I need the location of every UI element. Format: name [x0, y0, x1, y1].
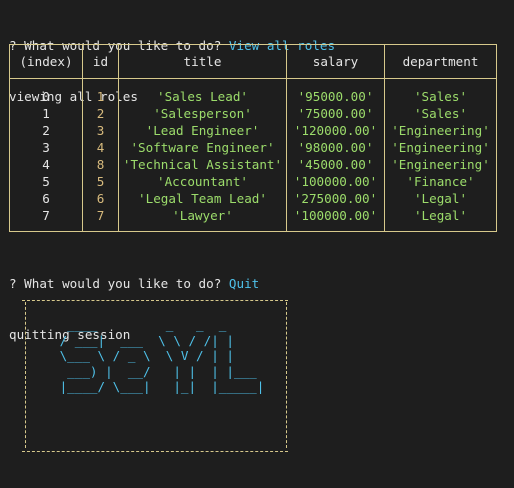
cell-id: 7 [96, 208, 105, 223]
prompt-answer: Quit [228, 276, 260, 291]
header-salary: salary [312, 54, 359, 69]
cell-index: 7 [42, 208, 50, 223]
cell-id: 8 [96, 157, 105, 172]
ascii-logo: ____ _ _ _ / ___| ___ \ \ / /| | \___ \ … [59, 317, 265, 394]
cell-department: 'Sales' [413, 89, 468, 104]
header-index: (index) [19, 54, 73, 69]
cell-salary: '45000.00' [297, 157, 374, 172]
cell-title: 'Accountant' [157, 174, 248, 189]
cell-salary: '75000.00' [297, 106, 374, 121]
cell-id: 2 [96, 106, 105, 121]
cell-department: 'Legal' [413, 208, 468, 223]
cell-index: 1 [42, 106, 50, 121]
cell-department: 'Finance' [406, 174, 475, 189]
prompt-question: ? What would you like to do? [9, 276, 222, 291]
cell-title: 'Salesperson' [153, 106, 252, 121]
cell-title: 'Technical Assistant' [122, 157, 283, 172]
header-divider [10, 78, 496, 79]
cell-department: 'Sales' [413, 106, 468, 121]
cell-salary: '275000.00' [293, 191, 378, 206]
cell-title: 'Lawyer' [172, 208, 233, 223]
cell-id: 3 [96, 123, 105, 138]
cell-department: 'Engineering' [391, 140, 490, 155]
header-id: id [92, 54, 109, 69]
cell-title: 'Software Engineer' [130, 140, 275, 155]
banner-right-border [286, 302, 287, 448]
sql-banner: ____ _ _ _ / ___| ___ \ \ / /| | \___ \ … [22, 294, 290, 452]
roles-table: (index) id title salary department 0 1 'Sa… [9, 44, 497, 232]
cell-id: 4 [96, 140, 105, 155]
banner-top-border [22, 300, 288, 301]
cell-title: 'Lead Engineer' [145, 123, 260, 138]
cell-salary: '100000.00' [293, 208, 378, 223]
banner-left-border [25, 302, 26, 448]
cell-index: 6 [42, 191, 50, 206]
cell-title: 'Sales Lead' [157, 89, 248, 104]
cell-index: 4 [42, 157, 50, 172]
cell-id: 6 [96, 191, 105, 206]
cell-department: 'Engineering' [391, 123, 490, 138]
header-department: department [402, 54, 479, 69]
cell-index: 5 [42, 174, 50, 189]
cell-index: 2 [42, 123, 50, 138]
cell-salary: '100000.00' [293, 174, 378, 189]
header-title: title [183, 54, 222, 69]
banner-bottom-border [22, 451, 288, 452]
cell-salary: '95000.00' [297, 89, 374, 104]
cell-id: 5 [96, 174, 105, 189]
cell-id: 1 [96, 89, 105, 104]
cell-index: 0 [42, 89, 50, 104]
cell-salary: '120000.00' [293, 123, 378, 138]
cell-department: 'Legal' [413, 191, 468, 206]
prompt-line-2: ? What would you like to do? Quit [9, 275, 259, 292]
cell-salary: '98000.00' [297, 140, 374, 155]
cell-title: 'Legal Team Lead' [138, 191, 267, 206]
cell-department: 'Engineering' [391, 157, 490, 172]
cell-index: 3 [42, 140, 50, 155]
